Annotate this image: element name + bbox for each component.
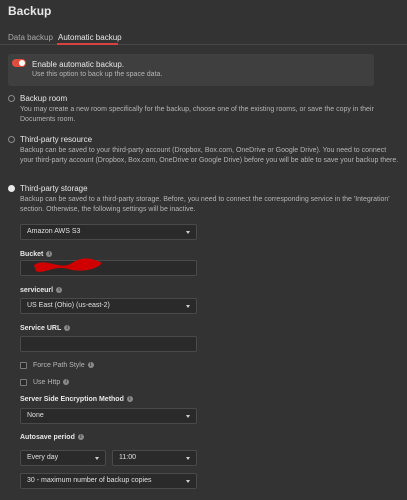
chevron-down-icon	[95, 457, 99, 460]
force-path-style-checkbox[interactable]	[20, 362, 27, 369]
autosave-label-text: Autosave period	[20, 434, 75, 441]
chevron-down-icon	[186, 231, 190, 234]
max-copies-select[interactable]: 30 - maximum number of backup copies	[20, 473, 197, 489]
option-title-third-party-storage[interactable]: Third-party storage	[20, 184, 88, 193]
radio-third-party-storage[interactable]	[8, 185, 15, 192]
service-url-label-text: Service URL	[20, 325, 62, 332]
chevron-down-icon	[186, 415, 190, 418]
max-copies-value: 30 - maximum number of backup copies	[27, 477, 152, 484]
option-title-backup-room[interactable]: Backup room	[20, 94, 67, 103]
info-icon[interactable]: i	[87, 362, 94, 369]
storage-provider-value: Amazon AWS S3	[27, 228, 81, 235]
autosave-label: Autosave period i	[20, 434, 84, 441]
encryption-label: Server Side Encryption Method i	[20, 396, 133, 403]
info-icon[interactable]: i	[63, 379, 70, 386]
auto-backup-panel: Enable automatic backup. Use this option…	[8, 54, 374, 86]
auto-backup-title: Enable automatic backup.	[32, 60, 125, 69]
tab-automatic-backup[interactable]: Automatic backup	[58, 33, 122, 42]
time-select[interactable]: 11:00	[112, 450, 197, 466]
use-http-text: Use Http	[33, 379, 61, 386]
auto-backup-description: Use this option to back up the space dat…	[32, 71, 163, 78]
service-url-input[interactable]	[20, 336, 197, 352]
use-http-label: Use Http i	[33, 379, 70, 386]
serviceurl-label-text: serviceurl	[20, 287, 54, 294]
option-title-third-party-resource[interactable]: Third-party resource	[20, 135, 92, 144]
time-value: 11:00	[119, 454, 136, 461]
chevron-down-icon	[186, 305, 190, 308]
period-select[interactable]: Every day	[20, 450, 106, 466]
tab-bar: Data backup Automatic backup	[0, 27, 407, 45]
force-path-style-text: Force Path Style	[33, 362, 85, 369]
chevron-down-icon	[186, 457, 190, 460]
info-icon[interactable]: i	[64, 325, 71, 332]
active-tab-indicator	[57, 43, 118, 45]
info-icon[interactable]: i	[126, 396, 133, 403]
serviceurl-select[interactable]: US East (Ohio) (us-east-2)	[20, 298, 197, 314]
chevron-down-icon	[186, 480, 190, 483]
service-url-label: Service URL i	[20, 325, 71, 332]
serviceurl-value: US East (Ohio) (us-east-2)	[27, 302, 110, 309]
option-desc-backup-room: You may create a new room specifically f…	[20, 106, 374, 123]
serviceurl-label: serviceurl i	[20, 287, 63, 294]
radio-backup-room[interactable]	[8, 95, 15, 102]
storage-provider-select[interactable]: Amazon AWS S3	[20, 224, 197, 240]
period-value: Every day	[27, 454, 59, 461]
tab-data-backup[interactable]: Data backup	[8, 33, 53, 42]
option-desc-third-party-storage: Backup can be saved to a third-party sto…	[20, 196, 390, 213]
info-icon[interactable]: i	[77, 434, 84, 441]
page-title: Backup	[8, 4, 52, 18]
encryption-select[interactable]: None	[20, 408, 197, 424]
redaction-mark	[34, 258, 102, 272]
use-http-checkbox[interactable]	[20, 379, 27, 386]
info-icon[interactable]: i	[56, 287, 63, 294]
option-desc-third-party-resource: Backup can be saved to your third-party …	[20, 147, 399, 164]
radio-third-party-resource[interactable]	[8, 136, 15, 143]
encryption-label-text: Server Side Encryption Method	[20, 396, 124, 403]
force-path-style-label: Force Path Style i	[33, 362, 94, 369]
auto-backup-toggle[interactable]	[12, 59, 26, 67]
encryption-value: None	[27, 412, 44, 419]
